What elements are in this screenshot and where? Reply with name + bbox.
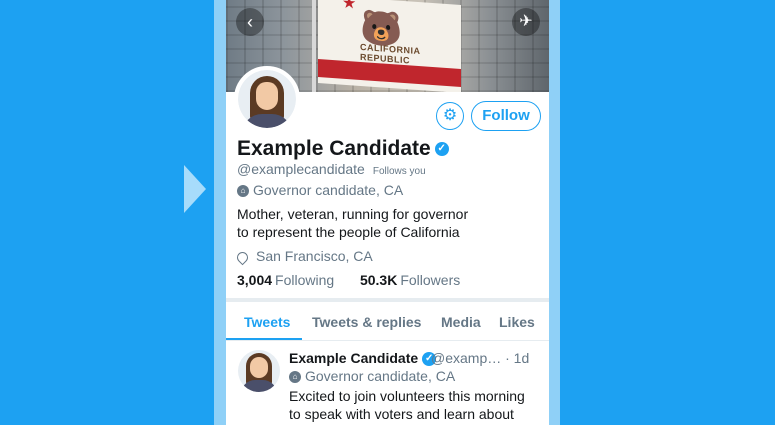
california-flag: ★ 🐻 CALIFORNIA REPUBLIC <box>318 0 461 92</box>
profile-bio: Mother, veteran, running for governor to… <box>237 206 469 240</box>
tweet-avatar[interactable] <box>238 350 280 392</box>
tweet-author-name[interactable]: Example Candidate ✓ <box>289 350 437 367</box>
flag-pole <box>312 0 316 92</box>
profile-screen: ★ 🐻 CALIFORNIA REPUBLIC ‹ ✈ ⚙ Follow Exa… <box>226 0 549 425</box>
tab-tweets[interactable]: Tweets <box>244 314 290 330</box>
followers-link[interactable]: 50.3K Followers <box>360 272 460 288</box>
tweet-handle: @examp… <box>431 350 502 366</box>
profile-name: Example Candidate ✓ <box>237 137 449 161</box>
tab-tweets-replies[interactable]: Tweets & replies <box>312 314 421 330</box>
government-label[interactable]: ⌂ Governor candidate, CA <box>237 182 403 198</box>
verified-badge-icon: ✓ <box>434 142 449 157</box>
profile-avatar[interactable] <box>234 66 300 132</box>
profile-handle: @examplecandidate <box>237 161 365 177</box>
following-link[interactable]: 3,004 Following <box>237 272 334 288</box>
play-arrow-icon <box>184 165 206 213</box>
government-label-icon: ⌂ <box>237 185 249 198</box>
tab-media[interactable]: Media <box>441 314 481 330</box>
tab-likes[interactable]: Likes <box>499 314 535 330</box>
airplane-icon[interactable]: ✈ <box>512 8 540 36</box>
tweet-handle-row: @examp… · 1d <box>431 350 529 366</box>
back-arrow-icon[interactable]: ‹ <box>236 8 264 36</box>
tabs-divider <box>226 340 549 341</box>
profile-handle-row: @examplecandidate Follows you <box>237 161 426 177</box>
profile-location: San Francisco, CA <box>234 248 373 266</box>
flag-star-icon: ★ <box>342 0 357 13</box>
gear-icon[interactable]: ⚙ <box>436 102 464 130</box>
location-pin-icon <box>234 249 251 266</box>
tweet-time: · 1d <box>505 350 530 366</box>
profile-stats: 3,004 Following 50.3K Followers <box>237 272 460 288</box>
follow-button[interactable]: Follow <box>471 101 541 131</box>
profile-tabs: Tweets Tweets & replies Media Likes <box>226 302 549 340</box>
tweet-text: Excited to join volunteers this morning … <box>289 388 525 422</box>
tweet-government-label[interactable]: ⌂ Governor candidate, CA <box>289 368 455 384</box>
government-label-icon: ⌂ <box>289 371 301 384</box>
follows-you-badge: Follows you <box>372 166 426 177</box>
